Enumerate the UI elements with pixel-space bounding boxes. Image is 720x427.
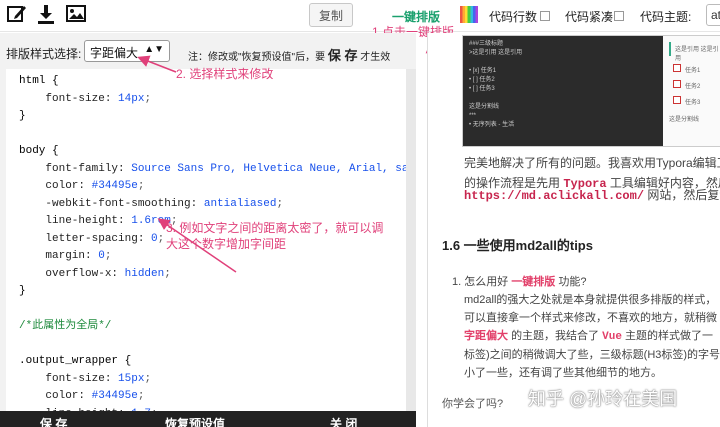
style-select-bar: 排版样式选择: 字距偏大 ▲▼ 注：修改或"恢复预设值"后，要 保 存 才生效 (0, 33, 416, 69)
preview-thumbnail: ###三级标题 >这是引用 这是引用 • [x] 任务1 • [ ] 任务2 • [ ]… (462, 35, 720, 147)
list-highlight: 字距偏大 (464, 330, 508, 342)
thumbnail-source-line: *** (469, 113, 477, 119)
annotation-step2: 2. 选择样式来修改 (176, 67, 274, 81)
zhihu-watermark: 知乎 @孙玲在美国 (528, 389, 678, 409)
list-highlight: 一键排版 (511, 276, 556, 288)
download-icon[interactable] (35, 3, 57, 25)
preview-paragraph-line3b: https://md.aclickall.com/ 网站，然后复制 (464, 185, 720, 206)
list-number: 1. (452, 276, 462, 288)
annotation-step3-line2: 大这个数字增加字间距 (166, 237, 287, 251)
style-select-value: 字距偏大 (90, 46, 139, 60)
list-line: 字距偏大 的主题，我结合了 Vue 主题的样式做了一 (452, 327, 720, 346)
code-linecount-label: 代码行数 (489, 10, 538, 24)
thumbnail-task-checkbox (673, 80, 681, 88)
save-note-bold: 保 存 (327, 48, 358, 63)
code-line: /*此属性为全局*/ (19, 320, 112, 332)
preview-heading: 1.6 一些使用md2all的tips (442, 238, 593, 253)
top-toolbar: 复制 一键排版 代码行数 代码紧凑 代码主题: ate 1.点击一键排版 (0, 0, 720, 39)
thumbnail-task-1: 任务1 (685, 68, 701, 74)
chevron-down-icon: ▲▼ (144, 44, 164, 55)
preview-question: 你学会了吗? (442, 398, 504, 410)
thumbnail-source-line: • [x] 任务1 (469, 68, 497, 74)
onekey-format-button[interactable]: 一键排版 (392, 8, 440, 25)
thumbnail-source-line: • 无序列表 - 生活 (469, 122, 515, 128)
list-text: 怎么用好 (464, 276, 509, 288)
code-line: font-size: 14px; (19, 92, 152, 105)
list-line: 标签)之间的稍微调大了些，三级标题(H3标签)的字号 (464, 349, 720, 361)
para3-code[interactable]: https://md.aclickall.com/ (464, 189, 644, 203)
list-text: 功能? (558, 276, 587, 288)
para3-text: 网站，然后复制 (647, 188, 720, 202)
list-item: 1. 怎么用好 一键排版 功能? (452, 273, 720, 291)
list-line: 可以直接拿一个样式来修改，不喜欢的地方，就稍微 (464, 312, 717, 324)
list-text: 主题的样式做了一 (625, 330, 713, 342)
thumbnail-task-checkbox (673, 64, 681, 72)
code-line: font-size: 15px; (19, 372, 152, 385)
save-button[interactable]: 保 存 (40, 415, 67, 427)
thumbnail-source-line: >这是引用 这是引用 (469, 50, 523, 56)
thumbnail-source-line: • [ ] 任务2 (469, 77, 495, 83)
preview-tips-list: 1. 怎么用好 一键排版 功能? md2all的强大之处就是本身就提供很多排版的… (452, 273, 720, 382)
code-compact-checkbox[interactable] (614, 11, 624, 21)
list-text: 的主题，我结合了 (511, 330, 600, 342)
code-theme-label: 代码主题: (640, 10, 692, 24)
style-select-label: 排版样式选择: (6, 47, 82, 61)
code-line: -webkit-font-smoothing: antialiased; (19, 197, 284, 210)
palette-icon[interactable] (460, 6, 478, 23)
code-line: } (19, 285, 26, 297)
style-select[interactable]: 字距偏大 ▲▼ (84, 40, 170, 62)
image-icon[interactable] (65, 3, 87, 25)
annotation-step3-line1: 3. 例如文字之间的距离太密了，就可以调 (166, 221, 384, 235)
thumbnail-divider-text: 这是分割线 (669, 117, 700, 123)
list-code: Vue (602, 331, 622, 343)
thumbnail-source-line (469, 94, 657, 103)
thumbnail-markdown-source: ###三级标题 >这是引用 这是引用 • [x] 任务1 • [ ] 任务2 • [ ]… (463, 36, 663, 146)
save-note-post: 才生效 (360, 52, 391, 63)
app-root: 复制 一键排版 代码行数 代码紧凑 代码主题: ate 1.点击一键排版 排版样… (0, 0, 720, 427)
list-line: md2all的强大之处就是本身就提供很多排版的样式， (464, 294, 717, 306)
editor-scrollbar[interactable] (406, 69, 416, 411)
code-line: color: #34495e; (19, 180, 145, 192)
code-theme-select[interactable]: ate (706, 4, 720, 26)
edit-icon[interactable] (6, 3, 28, 25)
thumbnail-source-line: 这是分割线 (469, 104, 500, 110)
bottom-action-bar: 保 存 恢复预设值 关 闭 (0, 411, 416, 427)
thumbnail-task-checkbox (673, 96, 681, 104)
save-note-pre: 注：修改或"恢复预设值"后，要 (188, 52, 326, 63)
code-line: color: #34495e; (19, 390, 145, 402)
code-line: .output_wrapper { (19, 355, 132, 367)
preview-panel: ###三级标题 >这是引用 这是引用 • [x] 任务1 • [ ] 任务2 • [ ]… (427, 33, 720, 427)
thumbnail-source-line (469, 58, 657, 67)
thumbnail-quote-bar (669, 42, 671, 56)
list-line: 小了一些，还有调了些其他细节的地方。 (464, 367, 662, 379)
thumbnail-task-2: 任务2 (685, 84, 701, 90)
copy-button[interactable]: 复制 (309, 3, 353, 27)
thumbnail-quote-text: 这是引用 这是引用 (675, 47, 719, 62)
thumbnail-source-line: ###三级标题 (469, 41, 504, 47)
thumbnail-source-line: • [ ] 任务3 (469, 86, 495, 92)
thumbnail-rendered: 这是引用 这是引用 任务1 任务2 任务3 这是分割线 (663, 36, 720, 146)
code-line: } (19, 110, 26, 122)
close-button[interactable]: 关 闭 (330, 415, 357, 427)
save-note: 注：修改或"恢复预设值"后，要 保 存 才生效 (188, 45, 390, 64)
reset-button[interactable]: 恢复预设值 (165, 415, 225, 427)
code-line: font-family: Source Sans Pro, Helvetica … (19, 162, 406, 175)
code-linecount-checkbox[interactable] (540, 11, 550, 21)
code-line: overflow-x: hidden; (19, 267, 171, 280)
preview-paragraph-line1: 完美地解决了所有的问题。我喜欢用Typora编辑工具 (464, 156, 720, 170)
code-line: body { (19, 145, 59, 157)
thumbnail-task-3: 任务3 (685, 100, 701, 106)
code-compact-label: 代码紧凑 (565, 10, 614, 24)
